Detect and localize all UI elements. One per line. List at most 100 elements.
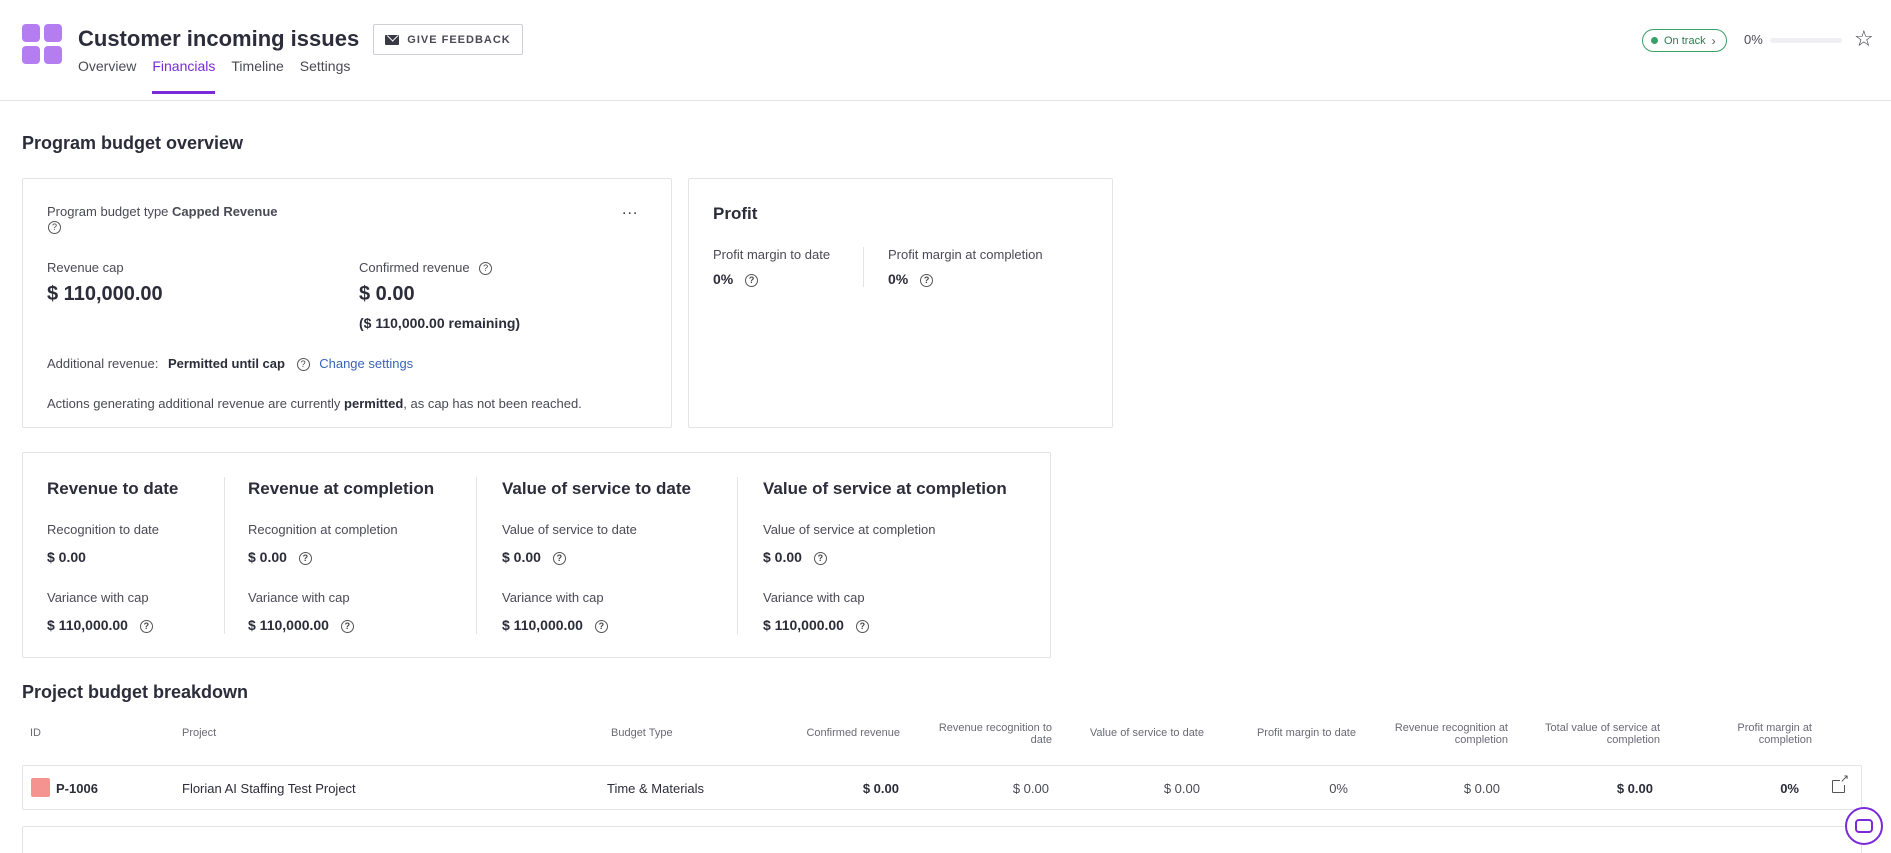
column-header-budget-type[interactable]: Budget Type: [611, 727, 673, 739]
revenue-note: Actions generating additional revenue ar…: [47, 396, 582, 411]
budget-type-row: Program budget type Capped Revenue: [47, 204, 278, 219]
summary-label: Variance with cap: [248, 590, 350, 605]
confirmed-revenue-label: Confirmed revenue: [359, 260, 470, 275]
project-id: P-1006: [56, 781, 98, 796]
page-header: Customer incoming issues GIVE FEEDBACK O…: [0, 0, 1891, 101]
help-icon[interactable]: ?: [813, 551, 827, 565]
confirmed-revenue-row: Confirmed revenue ?: [359, 260, 493, 276]
profit-margin-to-date-value: 0%: [713, 271, 734, 287]
confirmed-revenue-value: $ 0.00: [359, 283, 415, 305]
tab-timeline[interactable]: Timeline: [231, 56, 283, 94]
project-vos-to-date: $ 0.00: [1163, 781, 1200, 796]
summary-value-row: $ 0.00 ?: [763, 549, 827, 565]
divider: [737, 477, 738, 634]
summary-label: Variance with cap: [763, 590, 865, 605]
column-header-pm-to-date[interactable]: Profit margin to date: [1216, 727, 1356, 739]
column-header-confirmed-revenue[interactable]: Confirmed revenue: [760, 727, 900, 739]
summary-title-revenue-at-completion: Revenue at completion: [248, 479, 435, 498]
summary-value-row: $ 0.00 ?: [502, 549, 566, 565]
column-header-id[interactable]: ID: [30, 727, 41, 739]
summary-title-vos-to-date: Value of service to date: [502, 479, 691, 498]
help-icon[interactable]: ?: [298, 551, 312, 565]
profit-margin-to-date-row: 0% ?: [713, 271, 759, 287]
tab-bar: Overview Financials Timeline Settings: [78, 56, 366, 94]
summary-value: $ 110,000.00: [248, 617, 329, 633]
divider: [224, 477, 225, 634]
help-icon[interactable]: ?: [594, 619, 608, 633]
change-settings-link[interactable]: Change settings: [319, 356, 413, 371]
chat-support-button[interactable]: [1845, 807, 1883, 845]
column-header-project[interactable]: Project: [182, 727, 216, 739]
summary-label: Variance with cap: [502, 590, 604, 605]
open-external-icon[interactable]: [1832, 773, 1849, 793]
help-icon[interactable]: ?: [296, 358, 310, 372]
help-icon[interactable]: ?: [479, 262, 493, 276]
progress-bar: [1770, 38, 1842, 43]
profit-title: Profit: [713, 204, 758, 223]
help-icon[interactable]: ?: [48, 221, 61, 234]
revenue-note-suffix: , as cap has not been reached.: [403, 396, 582, 411]
summary-variance-row: $ 110,000.00 ?: [502, 617, 608, 633]
tab-settings[interactable]: Settings: [300, 56, 351, 94]
column-header-line: Profit margin at: [1737, 722, 1812, 734]
summary-label: Value of service at completion: [763, 522, 936, 537]
give-feedback-button[interactable]: GIVE FEEDBACK: [373, 24, 523, 55]
help-icon[interactable]: ?: [340, 619, 354, 633]
profit-margin-completion-value: 0%: [888, 271, 909, 287]
remaining-value: ($ 110,000.00 remaining): [359, 315, 521, 331]
column-header-line: Revenue recognition to: [938, 722, 1052, 734]
column-header-total-vos[interactable]: Total value of service at completion: [1520, 722, 1660, 746]
column-header-pm-completion[interactable]: Profit margin at completion: [1672, 722, 1812, 746]
budget-type-card: Program budget type Capped Revenue ? ...…: [22, 178, 672, 428]
more-options-button[interactable]: ...: [622, 201, 638, 219]
additional-revenue-row: Additional revenue: Permitted until cap …: [47, 356, 413, 372]
summary-title-vos-at-completion: Value of service at completion: [763, 479, 1007, 498]
project-total-vos: $ 0.00: [1616, 781, 1653, 796]
summary-value: $ 0.00: [47, 549, 86, 565]
revenue-summary-card: Revenue to date Recognition to date $ 0.…: [22, 452, 1051, 658]
revenue-note-prefix: Actions generating additional revenue ar…: [47, 396, 341, 411]
help-icon[interactable]: ?: [552, 551, 566, 565]
divider: [863, 247, 864, 287]
project-pm-completion: 0%: [1780, 781, 1799, 796]
project-rev-rec-to-date: $ 0.00: [1012, 781, 1049, 796]
summary-variance-row: $ 110,000.00 ?: [47, 617, 153, 633]
summary-label: Recognition to date: [47, 522, 160, 537]
divider: [476, 477, 477, 634]
project-name[interactable]: Florian AI Staffing Test Project: [182, 781, 356, 796]
page-title: Customer incoming issues: [78, 26, 360, 51]
summary-value: $ 0.00: [763, 549, 802, 565]
chevron-right-icon: ›: [1711, 33, 1716, 48]
budget-type-value: Capped Revenue: [172, 204, 278, 219]
profit-margin-completion-row: 0% ?: [888, 271, 934, 287]
summary-title-revenue-to-date: Revenue to date: [47, 479, 179, 498]
column-header-line: date: [1030, 734, 1052, 746]
column-header-line: Revenue recognition at: [1394, 722, 1508, 734]
tab-financials[interactable]: Financials: [152, 56, 216, 94]
status-dot-icon: [1651, 37, 1658, 44]
column-header-rev-rec-completion[interactable]: Revenue recognition at completion: [1368, 722, 1508, 746]
mail-icon: [385, 34, 400, 45]
project-rev-rec-completion: $ 0.00: [1463, 781, 1500, 796]
summary-value: $ 0.00: [502, 549, 541, 565]
column-header-line: completion: [1454, 734, 1508, 746]
revenue-cap-value: $ 110,000.00: [47, 283, 163, 305]
summary-label: Variance with cap: [47, 590, 149, 605]
project-confirmed-revenue: $ 0.00: [862, 781, 899, 796]
summary-value: $ 0.00: [248, 549, 287, 565]
help-icon[interactable]: ?: [855, 619, 869, 633]
help-icon[interactable]: ?: [745, 273, 759, 287]
star-icon[interactable]: ☆: [1854, 26, 1874, 52]
help-icon[interactable]: ?: [139, 619, 153, 633]
section-title-budget-breakdown: Project budget breakdown: [22, 682, 249, 702]
progress-percent: 0%: [1744, 32, 1763, 47]
give-feedback-label: GIVE FEEDBACK: [407, 33, 511, 46]
tab-overview[interactable]: Overview: [78, 56, 136, 94]
help-icon[interactable]: ?: [920, 273, 934, 287]
status-badge[interactable]: On track ›: [1642, 29, 1727, 52]
profit-margin-to-date-label: Profit margin to date: [713, 247, 831, 262]
summary-value: $ 110,000.00: [502, 617, 583, 633]
table-row[interactable]: P-1006 Florian AI Staffing Test Project …: [22, 765, 1862, 810]
column-header-vos-to-date[interactable]: Value of service to date: [1064, 727, 1204, 739]
column-header-rev-rec-to-date[interactable]: Revenue recognition to date: [912, 722, 1052, 746]
